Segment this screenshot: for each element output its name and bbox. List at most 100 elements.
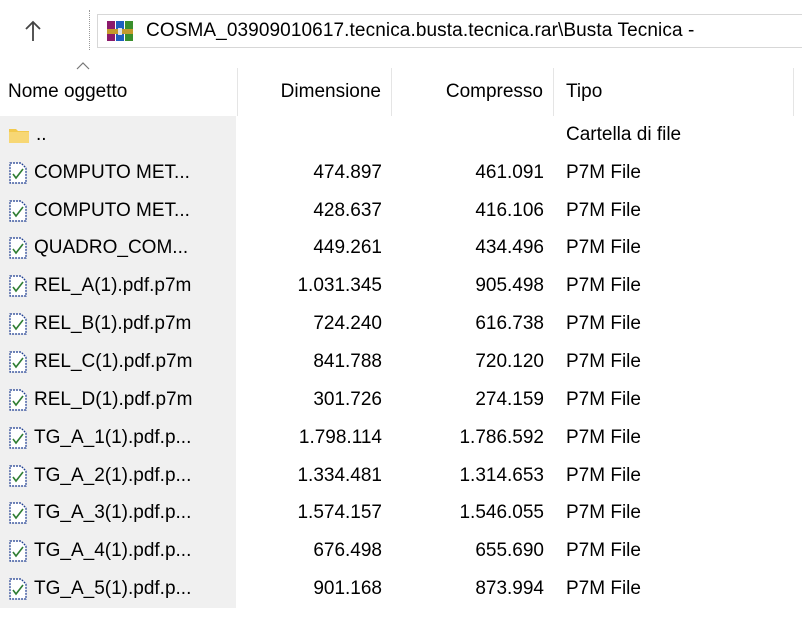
file-size: 1.334.481 bbox=[297, 464, 382, 486]
table-row[interactable]: QUADRO_COM... 449.261 434.496 P7M File bbox=[0, 229, 802, 268]
toolbar: COSMA_03909010617.tecnica.busta.tecnica.… bbox=[0, 0, 802, 62]
file-size: 1.031.345 bbox=[297, 275, 382, 297]
name-cell: QUADRO_COM... bbox=[0, 229, 236, 268]
name-cell: TG_A_4(1).pdf.p... bbox=[0, 532, 236, 571]
file-list: .. Cartella di file COMPUTO MET... 474.8… bbox=[0, 116, 802, 608]
name-cell: COMPUTO MET... bbox=[0, 153, 236, 192]
name-cell: TG_A_5(1).pdf.p... bbox=[0, 570, 236, 608]
table-row[interactable]: COMPUTO MET... 428.637 416.106 P7M File bbox=[0, 191, 802, 230]
file-name: TG_A_4(1).pdf.p... bbox=[34, 540, 192, 562]
table-row[interactable]: COMPUTO MET... 474.897 461.091 P7M File bbox=[0, 153, 802, 192]
file-type: P7M File bbox=[566, 464, 641, 486]
file-compressed: 616.738 bbox=[475, 313, 544, 335]
file-name: TG_A_2(1).pdf.p... bbox=[34, 464, 192, 486]
signed-file-icon bbox=[9, 237, 27, 260]
file-compressed: 274.159 bbox=[475, 388, 544, 410]
signed-file-icon bbox=[9, 427, 27, 449]
signed-file-icon bbox=[9, 200, 27, 222]
file-size: 901.168 bbox=[313, 578, 382, 600]
file-name: REL_B(1).pdf.p7m bbox=[34, 313, 192, 335]
file-name: QUADRO_COM... bbox=[34, 237, 189, 259]
table-row[interactable]: TG_A_2(1).pdf.p... 1.334.481 1.314.653 P… bbox=[0, 456, 802, 495]
file-name: COMPUTO MET... bbox=[34, 199, 190, 221]
file-type: P7M File bbox=[566, 578, 641, 600]
table-row[interactable]: TG_A_3(1).pdf.p... 1.574.157 1.546.055 P… bbox=[0, 494, 802, 533]
file-compressed: 1.546.055 bbox=[459, 502, 544, 524]
name-cell: .. bbox=[0, 116, 236, 154]
signed-file-icon bbox=[9, 578, 27, 600]
name-cell: TG_A_1(1).pdf.p... bbox=[0, 418, 236, 457]
file-name: TG_A_3(1).pdf.p... bbox=[34, 502, 192, 524]
file-name: REL_C(1).pdf.p7m bbox=[34, 350, 193, 372]
name-cell: TG_A_2(1).pdf.p... bbox=[0, 456, 236, 495]
file-name: REL_D(1).pdf.p7m bbox=[34, 388, 193, 410]
table-row[interactable]: REL_B(1).pdf.p7m 724.240 616.738 P7M Fil… bbox=[0, 305, 802, 344]
folder-icon bbox=[9, 128, 29, 143]
table-row[interactable]: TG_A_1(1).pdf.p... 1.798.114 1.786.592 P… bbox=[0, 418, 802, 457]
file-type: P7M File bbox=[566, 388, 641, 410]
file-name: TG_A_1(1).pdf.p... bbox=[34, 426, 192, 448]
file-size: 724.240 bbox=[313, 313, 382, 335]
up-button[interactable] bbox=[18, 16, 48, 46]
file-type: P7M File bbox=[566, 540, 641, 562]
column-header-name[interactable]: Nome oggetto bbox=[0, 62, 238, 116]
signed-file-icon bbox=[9, 162, 27, 184]
file-compressed: 434.496 bbox=[475, 237, 544, 259]
file-size: 474.897 bbox=[313, 161, 382, 183]
column-header-compressed[interactable]: Compresso bbox=[392, 68, 554, 116]
file-size: 1.798.114 bbox=[298, 426, 382, 448]
file-compressed: 873.994 bbox=[475, 578, 544, 600]
file-size: 428.637 bbox=[313, 199, 382, 221]
file-compressed: 1.314.653 bbox=[459, 464, 544, 486]
file-compressed: 720.120 bbox=[475, 350, 544, 372]
column-header-size-label: Dimensione bbox=[280, 81, 381, 102]
arrow-up-icon bbox=[25, 20, 41, 41]
name-cell: REL_A(1).pdf.p7m bbox=[0, 267, 236, 306]
file-type: P7M File bbox=[566, 313, 641, 335]
address-path: COSMA_03909010617.tecnica.busta.tecnica.… bbox=[146, 20, 695, 41]
file-size: 301.726 bbox=[313, 388, 382, 410]
file-compressed: 416.106 bbox=[475, 199, 544, 221]
column-header-compressed-label: Compresso bbox=[445, 81, 543, 102]
table-row[interactable]: .. Cartella di file bbox=[0, 116, 802, 154]
file-type: P7M File bbox=[566, 426, 641, 448]
table-row[interactable]: REL_A(1).pdf.p7m 1.031.345 905.498 P7M F… bbox=[0, 267, 802, 306]
name-cell: TG_A_3(1).pdf.p... bbox=[0, 494, 236, 533]
name-cell: COMPUTO MET... bbox=[0, 191, 236, 230]
toolbar-divider bbox=[89, 10, 90, 50]
signed-file-icon bbox=[9, 464, 27, 487]
file-size: 1.574.157 bbox=[297, 502, 382, 524]
file-compressed: 655.690 bbox=[475, 540, 544, 562]
column-header-type-label: Tipo bbox=[566, 81, 603, 102]
file-compressed: 461.091 bbox=[475, 161, 544, 183]
file-type: P7M File bbox=[566, 237, 641, 259]
column-header-name-label: Nome oggetto bbox=[8, 81, 128, 102]
file-compressed bbox=[392, 116, 544, 154]
name-cell: REL_C(1).pdf.p7m bbox=[0, 343, 236, 381]
file-size: 841.788 bbox=[313, 350, 382, 372]
table-row[interactable]: TG_A_4(1).pdf.p... 676.498 655.690 P7M F… bbox=[0, 532, 802, 571]
file-type: P7M File bbox=[566, 502, 641, 524]
signed-file-icon bbox=[9, 502, 27, 524]
file-type: P7M File bbox=[566, 350, 641, 372]
column-header-row: Nome oggetto Dimensione Compresso Tipo bbox=[0, 62, 802, 116]
file-type: Cartella di file bbox=[566, 123, 682, 145]
file-size: 449.261 bbox=[313, 237, 382, 259]
winrar-archive-icon bbox=[107, 21, 133, 41]
file-compressed: 1.786.592 bbox=[459, 426, 544, 448]
signed-file-icon bbox=[9, 351, 27, 373]
table-row[interactable]: TG_A_5(1).pdf.p... 901.168 873.994 P7M F… bbox=[0, 570, 802, 608]
file-name: .. bbox=[36, 123, 47, 145]
file-size bbox=[238, 116, 382, 154]
table-row[interactable]: REL_C(1).pdf.p7m 841.788 720.120 P7M Fil… bbox=[0, 343, 802, 381]
column-header-type[interactable]: Tipo bbox=[554, 68, 794, 116]
signed-file-icon bbox=[9, 275, 27, 297]
name-cell: REL_B(1).pdf.p7m bbox=[0, 305, 236, 344]
address-bar[interactable]: COSMA_03909010617.tecnica.busta.tecnica.… bbox=[97, 14, 802, 48]
table-row[interactable]: REL_D(1).pdf.p7m 301.726 274.159 P7M Fil… bbox=[0, 380, 802, 419]
file-compressed: 905.498 bbox=[475, 275, 544, 297]
column-header-size[interactable]: Dimensione bbox=[238, 68, 392, 116]
signed-file-icon bbox=[9, 389, 27, 411]
file-name: COMPUTO MET... bbox=[34, 161, 190, 183]
file-size: 676.498 bbox=[313, 540, 382, 562]
